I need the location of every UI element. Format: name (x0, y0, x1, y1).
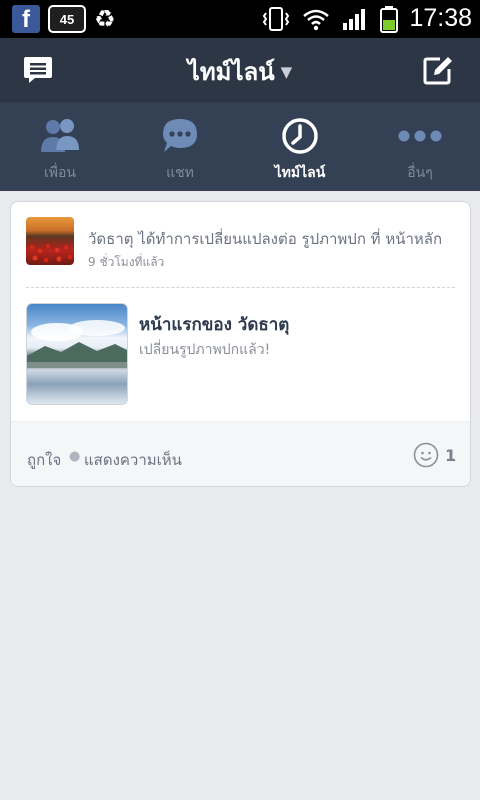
app-header: ไทม์ไลน์ ▼ (0, 38, 480, 101)
tab-more[interactable]: อื่นๆ (360, 102, 480, 191)
tab-more-label: อื่นๆ (407, 165, 433, 181)
tab-friends-label: เพื่อน (44, 165, 76, 181)
cover-photo-thumbnail[interactable] (26, 303, 128, 405)
reaction-count: 1 (445, 446, 457, 465)
mountain-lake-image (27, 320, 127, 368)
divider (26, 287, 455, 288)
profile-thumbnail (26, 217, 74, 265)
tab-chat-label: แชท (166, 165, 194, 181)
post-subtitle: เปลี่ยนรูปภาพปกแล้ว! (139, 342, 271, 358)
notification-text: วัดธาตุ ได้ทำการเปลี่ยนแปลงต่อ รูปภาพปก … (88, 230, 443, 248)
battery-icon (380, 5, 399, 33)
post-notification[interactable]: วัดธาตุ ได้ทำการเปลี่ยนแปลงต่อ รูปภาพปก … (11, 202, 470, 287)
tab-timeline[interactable]: ไทม์ไลน์ (240, 102, 360, 191)
notification-time: 9 ชั่วโมงที่แล้ว (88, 255, 165, 269)
recycle-icon: ♻ (94, 5, 116, 33)
separator-dot: ● (69, 449, 81, 464)
friends-icon (41, 119, 79, 152)
compose-button[interactable] (420, 52, 456, 88)
compose-icon (423, 57, 452, 85)
comment-button[interactable]: แสดงความเห็น (84, 448, 182, 472)
chevron-down-icon: ▼ (280, 63, 293, 81)
battery-percent-badge: 45 (48, 5, 86, 33)
vibrate-icon (263, 6, 290, 31)
smiley-icon[interactable] (413, 442, 439, 468)
clock-icon (282, 118, 318, 154)
tab-bar: เพื่อน แชท ไทม์ไลน์ อื่นๆ (0, 101, 480, 191)
status-bar: f 45 ♻ 17:38 (0, 0, 480, 38)
wifi-icon (303, 9, 330, 30)
facebook-icon: f (12, 5, 40, 33)
page-title-text: ไทม์ไลน์ (187, 58, 275, 86)
flower-field-image (30, 244, 73, 263)
tab-chat[interactable]: แชท (120, 102, 240, 191)
page-title[interactable]: ไทม์ไลน์ ▼ (0, 52, 480, 91)
chat-icon (163, 119, 197, 152)
more-icon (398, 130, 442, 142)
status-time: 17:38 (409, 4, 472, 32)
tab-timeline-label: ไทม์ไลน์ (274, 165, 326, 181)
post-title[interactable]: หน้าแรกของ วัดธาตุ (139, 311, 289, 338)
timeline-post-card: วัดธาตุ ได้ทำการเปลี่ยนแปลงต่อ รูปภาพปก … (10, 201, 471, 487)
tab-friends[interactable]: เพื่อน (0, 102, 120, 191)
like-button[interactable]: ถูกใจ (27, 448, 61, 472)
post-actions: ถูกใจ ● แสดงความเห็น 1 (11, 421, 470, 486)
signal-icon (343, 8, 366, 30)
